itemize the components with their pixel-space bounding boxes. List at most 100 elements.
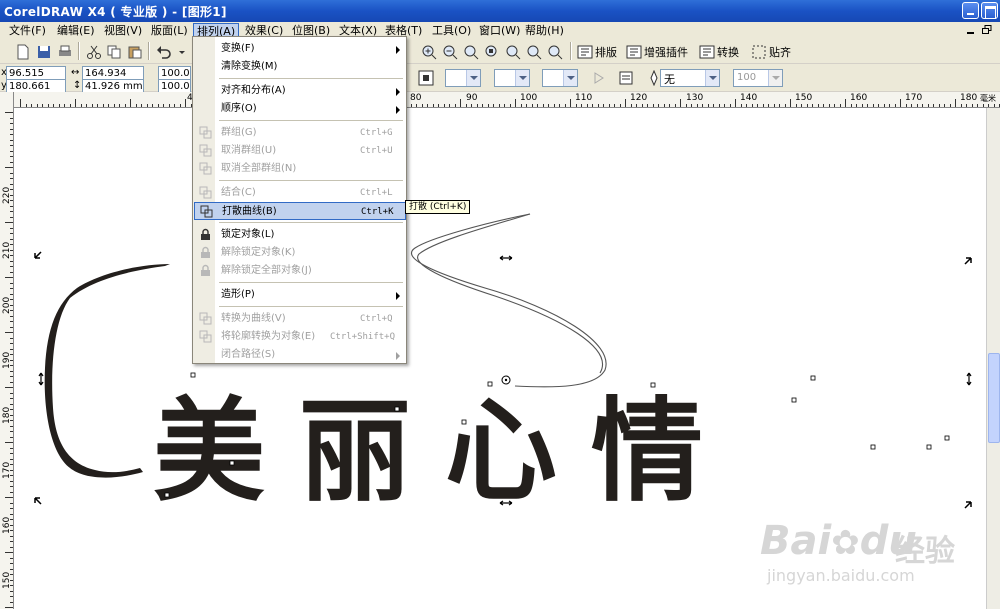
outline-value-spinner[interactable]: 100 xyxy=(733,69,783,87)
arrow-style-icon[interactable] xyxy=(591,70,607,86)
ruler-tick xyxy=(960,104,962,107)
menu-item-21[interactable]: 闭合路径(S) xyxy=(194,346,406,364)
print-icon[interactable] xyxy=(57,44,73,60)
zoom-page-icon[interactable] xyxy=(505,44,521,60)
artwork-text[interactable]: 美丽心情 xyxy=(153,387,737,517)
menu-item-13[interactable]: 锁定对象(L) xyxy=(194,226,406,244)
menu-item-4[interactable]: 顺序(O) xyxy=(194,100,406,118)
menu-help[interactable]: 帮助(H) xyxy=(522,23,567,38)
ruler-tick xyxy=(10,425,13,427)
swoosh-curve-inner[interactable] xyxy=(417,213,603,374)
ruler-tick xyxy=(839,104,841,107)
outline-color-picker[interactable] xyxy=(494,69,530,87)
menu-item-17[interactable]: 造形(P) xyxy=(194,286,406,304)
ruler-tick xyxy=(10,128,13,130)
zoom-selected-icon[interactable] xyxy=(463,44,479,60)
scrollbar-thumb[interactable] xyxy=(988,353,1000,443)
menu-item-7[interactable]: 取消群组(U) Ctrl+U xyxy=(194,142,406,160)
new-file-icon[interactable] xyxy=(15,44,31,60)
menu-item-14[interactable]: 解除锁定对象(K) xyxy=(194,244,406,262)
cut-icon[interactable] xyxy=(86,44,102,60)
outline-value: 100 xyxy=(737,72,757,83)
snap-icon[interactable] xyxy=(751,44,767,60)
watermark-url: jingyan.baidu.com xyxy=(767,566,915,585)
convert-icon[interactable] xyxy=(699,44,715,60)
menu-item-1[interactable]: 清除变换(M) xyxy=(194,58,406,76)
plugin-icon[interactable] xyxy=(626,44,642,60)
ruler-tick xyxy=(10,150,13,152)
convert-curves-icon xyxy=(199,312,212,325)
ruler-tick xyxy=(597,104,599,107)
text-wrap-icon[interactable] xyxy=(618,70,634,86)
maximize-button[interactable] xyxy=(981,2,998,19)
ruler-tick xyxy=(5,607,13,608)
ruler-tick xyxy=(988,104,989,107)
outline-style-select[interactable]: 无 xyxy=(660,69,720,87)
menu-item-3[interactable]: 对齐和分布(A) xyxy=(194,82,406,100)
menu-item-10[interactable]: 结合(C) Ctrl+L xyxy=(194,184,406,202)
ruler-tick xyxy=(531,104,533,107)
bracket-stroke[interactable] xyxy=(44,264,170,478)
menu-layout[interactable]: 版面(L) xyxy=(148,23,191,38)
menu-file[interactable]: 文件(F) xyxy=(6,23,49,38)
fill-picker[interactable] xyxy=(445,69,481,87)
ruler-tick xyxy=(10,502,13,504)
ruler-tick xyxy=(113,104,115,107)
zoom-out-icon[interactable] xyxy=(442,44,458,60)
snap-label[interactable]: 贴齐 xyxy=(769,44,791,60)
layout-label[interactable]: 排版 xyxy=(595,44,617,60)
zoom-all-icon[interactable] xyxy=(484,44,500,60)
ruler-tick xyxy=(31,104,32,107)
menu-item-20[interactable]: 将轮廓转换为对象(E) Ctrl+Shift+Q xyxy=(194,328,406,346)
ruler-tick xyxy=(157,104,159,107)
ruler-tick xyxy=(542,104,544,107)
ruler-tick xyxy=(86,104,87,107)
menu-item-label: 结合(C) xyxy=(221,187,256,198)
menu-item-8[interactable]: 取消全部群组(N) xyxy=(194,160,406,178)
ruler-tick xyxy=(10,365,13,366)
menu-edit[interactable]: 编辑(E) xyxy=(54,23,98,38)
ruler-tick xyxy=(146,104,148,107)
layout-icon[interactable] xyxy=(577,44,593,60)
undo-icon[interactable] xyxy=(156,44,172,60)
ruler-tick xyxy=(10,392,13,394)
plugin-label[interactable]: 增强插件 xyxy=(644,44,688,60)
convert-label[interactable]: 转换 xyxy=(717,44,739,60)
undo-dropdown-icon[interactable] xyxy=(174,44,190,60)
ruler-tick xyxy=(449,104,450,107)
wrap-text-icon[interactable] xyxy=(418,70,434,86)
zoom-width-icon[interactable] xyxy=(526,44,542,60)
ruler-tick xyxy=(740,104,742,107)
watermark-logo: Bai✿du xyxy=(760,518,917,564)
doc-restore-icon[interactable] xyxy=(982,25,992,35)
zoom-height-icon[interactable] xyxy=(547,44,563,60)
menu-item-15[interactable]: 解除锁定全部对象(J) xyxy=(194,262,406,280)
unlock-all-icon xyxy=(201,264,210,276)
menu-view[interactable]: 视图(V) xyxy=(101,23,145,38)
menu-window[interactable]: 窗口(W) xyxy=(476,23,523,38)
menu-item-0[interactable]: 变换(F) xyxy=(194,40,406,58)
minimize-button[interactable] xyxy=(962,2,979,19)
ruler-tick xyxy=(10,249,13,251)
menu-item-11[interactable]: 打散曲线(B) Ctrl+K xyxy=(194,202,406,220)
menu-tools[interactable]: 工具(O) xyxy=(429,23,474,38)
outline-width-picker[interactable] xyxy=(542,69,578,87)
zoom-in-icon[interactable] xyxy=(421,44,437,60)
ruler-tick xyxy=(911,104,912,107)
ruler-tick xyxy=(10,370,13,372)
doc-minimize-icon[interactable] xyxy=(966,25,976,35)
copy-icon[interactable] xyxy=(106,44,122,60)
menu-item-label: 取消全部群组(N) xyxy=(221,163,297,174)
ruler-label: 120 xyxy=(630,93,648,103)
vertical-scrollbar[interactable] xyxy=(986,108,1000,609)
ruler-tick xyxy=(10,409,13,410)
drawing-canvas[interactable]: 美丽心情 Bai✿du 经验 jingyan.baidu.com xyxy=(15,108,986,609)
save-icon[interactable] xyxy=(36,44,52,60)
ruler-tick xyxy=(10,453,13,454)
ruler-tick xyxy=(581,104,582,107)
paste-icon[interactable] xyxy=(127,44,143,60)
ruler-tick xyxy=(10,513,13,515)
menu-item-19[interactable]: 转换为曲线(V) Ctrl+Q xyxy=(194,310,406,328)
menu-item-6[interactable]: 群组(G) Ctrl+G xyxy=(194,124,406,142)
ruler-tick xyxy=(471,104,472,107)
